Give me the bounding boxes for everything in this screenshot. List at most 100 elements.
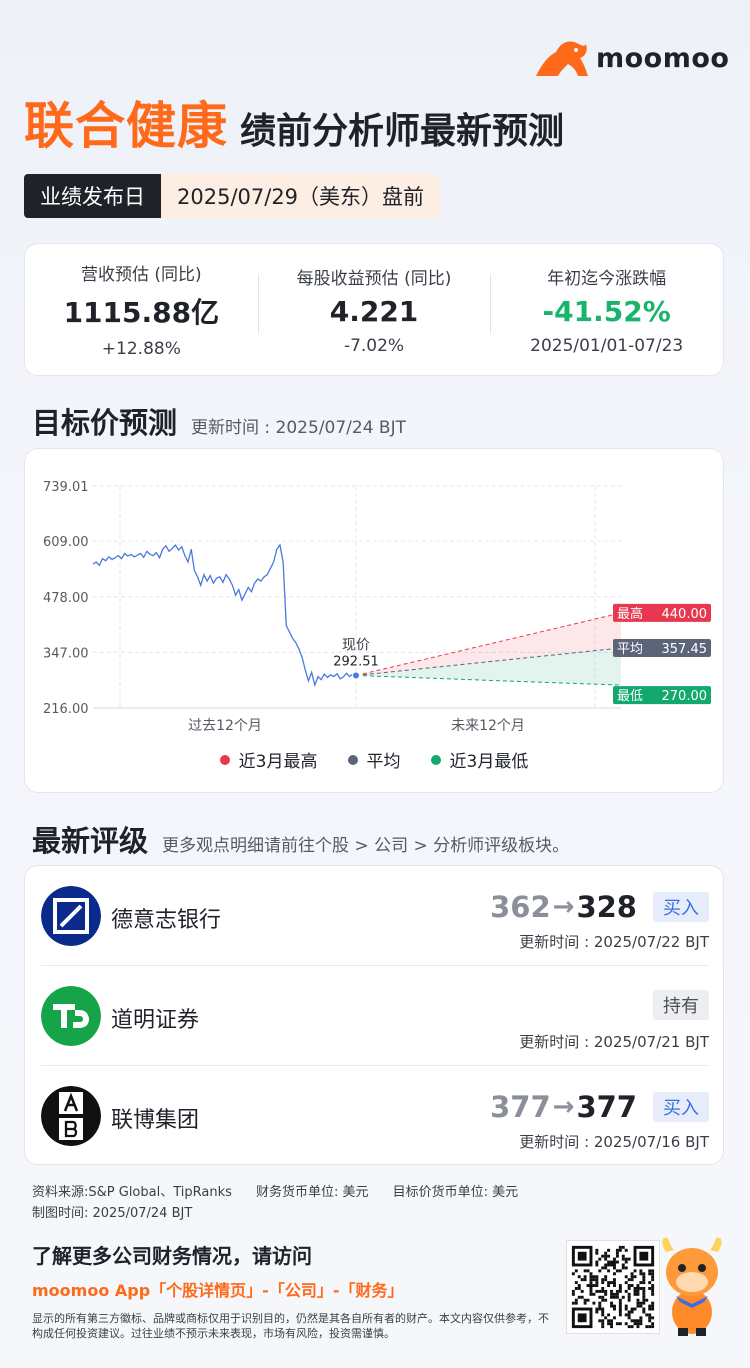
target-price-header: 目标价预测 更新时间 : 2025/07/24 BJT	[32, 400, 406, 442]
qr-module	[601, 1322, 605, 1326]
qr-module	[636, 1289, 640, 1293]
qr-module	[642, 1298, 646, 1302]
revenue-estimate-label: 营收预估 (同比)	[81, 265, 202, 285]
current-price-point	[352, 671, 360, 680]
price-history-line	[92, 543, 357, 688]
qr-module	[595, 1260, 599, 1264]
legend-label-avg: 平均	[366, 752, 401, 772]
qr-module	[633, 1292, 637, 1296]
legend-item-high: 近3月最高	[219, 747, 318, 772]
rating-row[interactable]: 德意志银行 362 → 328 买入 更新时间 : 2025/07/22 BJT	[41, 866, 709, 966]
qr-module	[633, 1289, 637, 1293]
target-price-title: 目标价预测	[32, 406, 178, 440]
qr-module	[610, 1260, 613, 1264]
qr-module	[574, 1301, 578, 1305]
rating-update-time: 更新时间 : 2025/07/16 BJT	[519, 1133, 709, 1151]
qr-module	[639, 1301, 643, 1305]
qr-module	[607, 1313, 611, 1317]
legend-dot-avg	[347, 754, 358, 765]
qr-module	[624, 1313, 628, 1317]
qr-module	[618, 1245, 622, 1249]
rating-price: 持有	[633, 990, 709, 1020]
qr-module	[607, 1248, 611, 1252]
qr-module	[613, 1284, 616, 1287]
qr-module	[615, 1295, 619, 1299]
deutsche-bank-icon	[41, 886, 101, 946]
qr-module	[618, 1289, 622, 1293]
qr-module	[601, 1289, 605, 1293]
qr-module	[636, 1287, 640, 1290]
qr-module	[613, 1272, 616, 1276]
qr-module	[639, 1319, 643, 1323]
qr-module	[607, 1254, 611, 1258]
qr-module	[586, 1269, 590, 1273]
legend-item-avg: 平均	[347, 747, 401, 772]
rating-row[interactable]: 道明证券 持有 更新时间 : 2025/07/21 BJT	[41, 966, 709, 1066]
qr-module	[601, 1325, 605, 1329]
qr-finder-core	[577, 1251, 587, 1261]
qr-module	[630, 1278, 634, 1282]
qr-module	[598, 1319, 602, 1323]
target-badge-name: 平均	[617, 642, 643, 657]
qr-module	[607, 1284, 611, 1287]
qr-module	[598, 1304, 602, 1308]
qr-module	[648, 1304, 652, 1308]
brand-name: moomoo	[596, 42, 730, 74]
qr-module	[613, 1316, 616, 1320]
qr-module	[624, 1281, 628, 1285]
qr-module	[618, 1313, 622, 1317]
qr-module	[595, 1281, 599, 1285]
qr-module	[595, 1310, 599, 1314]
qr-module	[604, 1263, 608, 1267]
qr-module	[621, 1245, 625, 1249]
qr-module	[624, 1289, 628, 1293]
qr-module	[624, 1257, 628, 1261]
qr-module	[621, 1263, 625, 1267]
qr-module	[604, 1254, 608, 1258]
qr-module	[636, 1301, 640, 1305]
rating-row[interactable]: 联博集团 377 → 377 买入 更新时间 : 2025/07/16 BJT	[41, 1066, 709, 1166]
qr-module	[607, 1319, 611, 1323]
qr-module	[642, 1292, 646, 1296]
ratings-header: 最新评级 更多观点明细请前往个股 > 公司 > 分析师评级板块。	[32, 818, 569, 860]
qr-module	[598, 1289, 602, 1293]
target-price-chart: 739.01 609.00 478.00 347.00 216.00 过去12个月 未来12…	[43, 480, 711, 734]
ab-icon	[41, 1086, 101, 1146]
ratings-title: 最新评级	[32, 824, 149, 858]
eps-estimate-change: -7.02%	[343, 335, 405, 356]
qr-module	[642, 1289, 646, 1293]
qr-module	[627, 1325, 631, 1329]
rating-price: 362 → 328 买入	[490, 890, 709, 924]
ytd-change-period: 2025/01/01-07/23	[530, 335, 684, 356]
qr-module	[630, 1284, 634, 1287]
cta-app-path[interactable]: moomoo App「个股详情页」-「公司」-「财务」	[32, 1277, 552, 1301]
qr-module	[592, 1275, 596, 1279]
data-source: 资料来源:S&P Global、TipRanks	[32, 1185, 232, 1200]
x-label-past: 过去12个月	[188, 718, 262, 734]
qr-module	[610, 1263, 613, 1267]
qr-module	[627, 1287, 631, 1290]
qr-module	[627, 1310, 631, 1314]
target-badge-value: 270.00	[662, 689, 708, 704]
qr-code-icon[interactable]	[566, 1240, 660, 1334]
qr-module	[651, 1292, 655, 1296]
qr-module	[636, 1298, 640, 1302]
qr-module	[636, 1319, 640, 1323]
qr-module	[624, 1307, 628, 1311]
target-badge-value: 357.45	[662, 642, 708, 657]
qr-module	[651, 1301, 655, 1305]
qr-module	[633, 1307, 637, 1311]
qr-module	[642, 1278, 646, 1282]
y-tick-label: 347.00	[43, 646, 89, 661]
qr-module	[613, 1278, 616, 1282]
qr-module	[592, 1284, 596, 1287]
legend-item-low: 近3月最低	[430, 747, 528, 772]
qr-module	[615, 1292, 619, 1296]
qr-module	[571, 1301, 575, 1305]
qr-module	[633, 1322, 637, 1326]
new-target-price: 328	[576, 890, 637, 924]
qr-module	[598, 1269, 602, 1273]
qr-module	[580, 1295, 584, 1299]
qr-module	[642, 1275, 646, 1279]
qr-module	[595, 1251, 599, 1255]
